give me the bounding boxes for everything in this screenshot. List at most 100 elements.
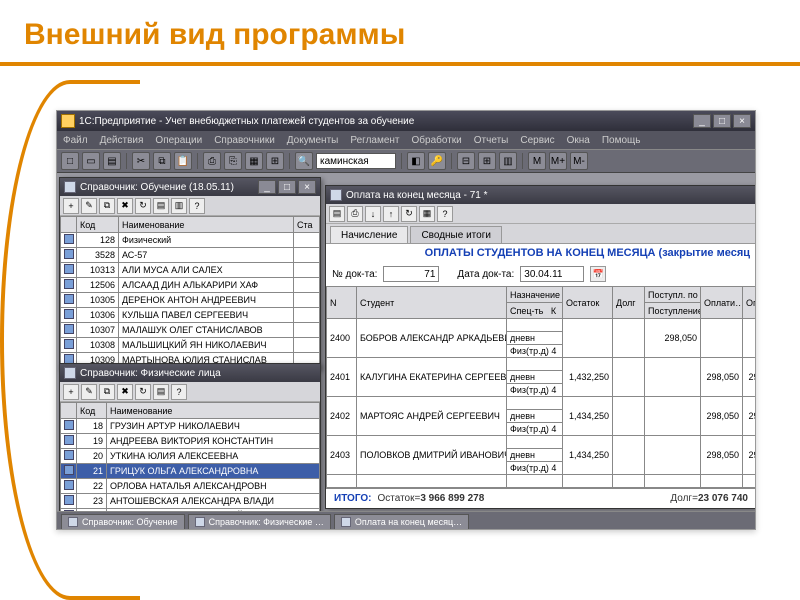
- task-phys[interactable]: Справочник: Физические …: [188, 514, 331, 530]
- btn-icon[interactable]: ▦: [245, 152, 263, 170]
- study-table[interactable]: Код Наименование Ста 128Физический3528АС…: [60, 216, 320, 368]
- table-row[interactable]: 10306КУЛЬША ПАВЕЛ СЕРГЕЕВИЧ: [61, 308, 320, 323]
- col-ostatok[interactable]: Остаток: [563, 287, 613, 319]
- paste-icon[interactable]: 📋: [174, 152, 192, 170]
- table-row[interactable]: 22ОРЛОВА НАТАЛЬЯ АЛЕКСАНДРОВН: [61, 479, 320, 494]
- add-icon[interactable]: +: [63, 198, 79, 214]
- table-row[interactable]: 21ГРИЦУК ОЛЬГА АЛЕКСАНДРОВНА: [61, 464, 320, 479]
- study-titlebar[interactable]: Справочник: Обучение (18.05.11) _ □ ×: [60, 178, 320, 196]
- col-dolg[interactable]: Долг: [613, 287, 645, 319]
- col-code[interactable]: Код: [77, 217, 119, 233]
- add-icon[interactable]: +: [63, 384, 79, 400]
- binoculars-icon[interactable]: 🔍: [295, 152, 313, 170]
- tab-accrual[interactable]: Начисление: [330, 226, 408, 243]
- menu-file[interactable]: Файл: [63, 135, 88, 146]
- menu-operations[interactable]: Операции: [155, 135, 202, 146]
- arrow-up-icon[interactable]: ↑: [383, 206, 399, 222]
- cut-icon[interactable]: ✂: [132, 152, 150, 170]
- help-icon[interactable]: ?: [171, 384, 187, 400]
- table-row[interactable]: 3528АС-57: [61, 248, 320, 263]
- table-row[interactable]: 12506АЛСААД ДИН АЛЬКАРИРИ ХАФ: [61, 278, 320, 293]
- pay-table[interactable]: N Студент Назначение Остаток Долг Поступ…: [326, 286, 755, 487]
- maximize-button[interactable]: □: [278, 180, 296, 194]
- refresh-icon[interactable]: ↻: [135, 384, 151, 400]
- calculator-icon[interactable]: ▥: [499, 152, 517, 170]
- btn-icon[interactable]: ⊞: [478, 152, 496, 170]
- help-icon[interactable]: ?: [189, 198, 205, 214]
- btn-icon[interactable]: ◧: [407, 152, 425, 170]
- minimize-button[interactable]: _: [258, 180, 276, 194]
- open-icon[interactable]: ▭: [82, 152, 100, 170]
- btn-icon[interactable]: ⊟: [457, 152, 475, 170]
- col-icon[interactable]: [61, 217, 77, 233]
- table-row[interactable]: 2402МАРТОЯС АНДРЕЙ СЕРГЕЕВИЧ1,434,250298…: [327, 397, 756, 410]
- table-row[interactable]: 19АНДРЕЕВА ВИКТОРИЯ КОНСТАНТИН: [61, 434, 320, 449]
- col-icon[interactable]: [61, 403, 77, 419]
- menu-directories[interactable]: Справочники: [214, 135, 275, 146]
- tab-summary[interactable]: Сводные итоги: [410, 226, 502, 243]
- table-row[interactable]: 10308МАЛЬШИЦКИЙ ЯН НИКОЛАЕВИЧ: [61, 338, 320, 353]
- phys-titlebar[interactable]: Справочник: Физические лица: [60, 364, 320, 382]
- close-button[interactable]: ×: [298, 180, 316, 194]
- copy-icon[interactable]: ⧉: [99, 198, 115, 214]
- search-input[interactable]: [316, 153, 396, 169]
- col-status[interactable]: Ста: [294, 217, 320, 233]
- save-icon[interactable]: ▤: [103, 152, 121, 170]
- doc-date-input[interactable]: [520, 266, 584, 282]
- edit-icon[interactable]: ✎: [81, 198, 97, 214]
- refresh-icon[interactable]: ↻: [135, 198, 151, 214]
- col-oplache[interactable]: Оплаче…: [743, 287, 756, 319]
- menu-actions[interactable]: Действия: [100, 135, 144, 146]
- col-oplati[interactable]: Оплати…: [701, 287, 743, 319]
- table-row[interactable]: 23АНТОШЕВСКАЯ АЛЕКСАНДРА ВЛАДИ: [61, 494, 320, 509]
- menu-processing[interactable]: Обработки: [412, 135, 462, 146]
- menu-service[interactable]: Сервис: [520, 135, 554, 146]
- table-row[interactable]: 2400БОБРОВ АЛЕКСАНДР АРКАДЬЕВИЧ298,050: [327, 319, 756, 332]
- phys-table[interactable]: Код Наименование 18ГРУЗИН АРТУР НИКОЛАЕВ…: [60, 402, 320, 511]
- table-row[interactable]: 10313АЛИ МУСА АЛИ САЛЕХ: [61, 263, 320, 278]
- menu-documents[interactable]: Документы: [287, 135, 339, 146]
- menu-reports[interactable]: Отчеты: [474, 135, 509, 146]
- btn-icon[interactable]: ▥: [171, 198, 187, 214]
- btn-icon[interactable]: ▦: [419, 206, 435, 222]
- delete-icon[interactable]: ✖: [117, 384, 133, 400]
- print-icon[interactable]: ⎙: [203, 152, 221, 170]
- task-study[interactable]: Справочник: Обучение: [61, 514, 185, 530]
- print-icon[interactable]: ⎙: [347, 206, 363, 222]
- btn-icon[interactable]: 🔑: [428, 152, 446, 170]
- col-postup-ba[interactable]: Поступление по ба…: [645, 303, 701, 319]
- table-row[interactable]: 10305ДЕРЕНОК АНТОН АНДРЕЕВИЧ: [61, 293, 320, 308]
- btn-icon[interactable]: ⊞: [266, 152, 284, 170]
- help-icon[interactable]: ?: [437, 206, 453, 222]
- col-postup[interactable]: Поступл. по пере…: [645, 287, 701, 303]
- new-icon[interactable]: □: [61, 152, 79, 170]
- mem-mplus-button[interactable]: M+: [549, 152, 567, 170]
- col-code[interactable]: Код: [77, 403, 107, 419]
- menu-help[interactable]: Помощь: [602, 135, 641, 146]
- mem-mminus-button[interactable]: M-: [570, 152, 588, 170]
- doc-no-input[interactable]: [383, 266, 439, 282]
- table-row[interactable]: 2403ПОЛОВКОВ ДМИТРИЙ ИВАНОВИЧ1,434,25029…: [327, 436, 756, 449]
- arrow-down-icon[interactable]: ↓: [365, 206, 381, 222]
- copy-icon[interactable]: ⧉: [153, 152, 171, 170]
- table-row[interactable]: 20УТКИНА ЮЛИЯ АЛЕКСЕЕВНА: [61, 449, 320, 464]
- copy-icon[interactable]: ⧉: [99, 384, 115, 400]
- col-name[interactable]: Наименование: [107, 403, 320, 419]
- mem-m-button[interactable]: M: [528, 152, 546, 170]
- col-name[interactable]: Наименование: [119, 217, 294, 233]
- table-row[interactable]: 2401КАЛУГИНА ЕКАТЕРИНА СЕРГЕЕВНА1,432,25…: [327, 358, 756, 371]
- col-n[interactable]: N: [327, 287, 357, 319]
- refresh-icon[interactable]: ↻: [401, 206, 417, 222]
- close-button[interactable]: ×: [733, 114, 751, 128]
- minimize-button[interactable]: _: [693, 114, 711, 128]
- task-payment[interactable]: Оплата на конец месяц…: [334, 514, 469, 530]
- table-row[interactable]: 2404СИДОРЕНКО ДЕНИС ЛЕОНИДОВИЧ1,434,2502…: [327, 475, 756, 488]
- menu-reglement[interactable]: Регламент: [350, 135, 399, 146]
- menu-windows[interactable]: Окна: [567, 135, 590, 146]
- col-naznach[interactable]: Назначение: [507, 287, 563, 303]
- table-row[interactable]: 18ГРУЗИН АРТУР НИКОЛАЕВИЧ: [61, 419, 320, 434]
- btn-icon[interactable]: ▤: [153, 198, 169, 214]
- btn-icon[interactable]: ▤: [153, 384, 169, 400]
- btn-icon[interactable]: ⎘: [224, 152, 242, 170]
- table-row[interactable]: 24ГРИГОРЯН СВЕТЛАНА МИХАЙЛОВНА: [61, 509, 320, 512]
